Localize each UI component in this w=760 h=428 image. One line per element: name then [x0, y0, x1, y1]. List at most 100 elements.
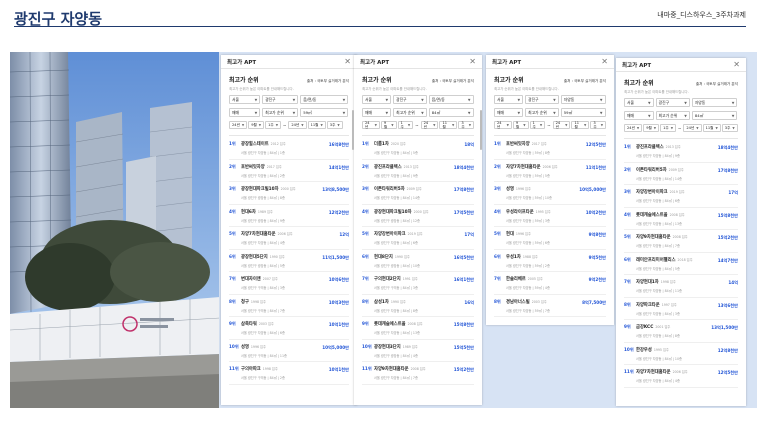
- list-item[interactable]: 2위 이튼타워리버5차 2009 입주 서울 광진구 자양동 | 84㎡ | 14층 1…: [624, 163, 738, 185]
- close-icon[interactable]: ✕: [733, 60, 740, 69]
- area-select[interactable]: 59㎡ ▼: [560, 108, 606, 117]
- end-year-select[interactable]: 24년 ▼: [420, 121, 439, 129]
- close-icon[interactable]: ✕: [344, 57, 351, 66]
- list-item[interactable]: 4위 광장현대파크빌10차 2000 입주 서울 광진구 광장동 | 84㎡ | 12…: [362, 205, 474, 227]
- list-item[interactable]: 2위 호반써밋자양 2017 입주 서울 광진구 자양동 | 84㎡ | 2층 14억1…: [229, 160, 349, 182]
- start-week-select[interactable]: 1주 ▼: [660, 124, 677, 132]
- list-item[interactable]: 4위 롯데캐슬에스트을 2008 입주 서울 광진구 자양동 | 84㎡ | 13층 1…: [624, 208, 738, 230]
- list-item[interactable]: 6위 광장현대5단지 1990 입주 서울 광진구 광장동 | 84㎡ | 5층 11억…: [229, 250, 349, 272]
- area-select[interactable]: 84㎡ ▼: [691, 111, 738, 120]
- gu-select[interactable]: 광진구 ▼: [393, 95, 427, 104]
- trade-type-select[interactable]: 매매 ▼: [229, 108, 261, 117]
- scrollbar[interactable]: [480, 110, 482, 150]
- list-item[interactable]: 3위 자양강변아이파크 2019 입주 서울 광진구 자양동 | 84㎡ | 6층 17…: [624, 185, 738, 208]
- list-item[interactable]: 8위 청구 1998 입주 서울 광진구 구의동 | 84㎡ | 7층 10억3천만: [229, 295, 349, 317]
- list-item[interactable]: 3위 이튼타워리버5차 2009 입주 서울 광진구 자양동 | 84㎡ | 14층 1…: [362, 182, 474, 205]
- list-item[interactable]: 10위 성영 1996 입주 서울 광진구 구의동 | 84㎡ | 11층 10억5,0…: [229, 340, 349, 362]
- sort-select[interactable]: 최고가 순위 ▼: [655, 111, 690, 120]
- trade-type-select[interactable]: 매매 ▼: [494, 108, 524, 117]
- list-item[interactable]: 8위 자양파크타운 1997 입주 서울 광진구 자양동 | 84㎡ | 3층 13억6…: [624, 298, 738, 320]
- sort-select[interactable]: 최고가 순위 ▼: [525, 108, 559, 117]
- list-item[interactable]: 10위 광장현대3단지 1989 입주 서울 광진구 광장동 | 84㎡ | 4층 15…: [362, 340, 474, 362]
- list-item[interactable]: 1위 광장힐스테이트 2012 입주 서울 광진구 자양동 | 84㎡ | 1층 16억…: [229, 137, 349, 160]
- list-item[interactable]: 10위 한강우성 1995 입주 서울 광진구 자양동 | 84㎡ | 10층 12억8…: [624, 343, 738, 365]
- start-year-select[interactable]: 24년 ▼: [624, 124, 643, 132]
- start-month-select[interactable]: 9월 ▼: [248, 121, 265, 129]
- sort-select[interactable]: 최고가 순위 ▼: [262, 108, 299, 117]
- list-item[interactable]: 11위 자양9차현대홈타운 2008 입주 서울 광진구 자양동 | 84㎡ | 7층…: [362, 362, 474, 385]
- end-month-select[interactable]: 11월 ▼: [439, 121, 458, 129]
- list-item[interactable]: 7위 한솔리베르 2005 입주 서울 광진구 자양동 | 59㎡ | 4층 9억2천만: [494, 272, 606, 295]
- apt-name: 현대6차: [241, 209, 256, 215]
- end-week-select[interactable]: 3주 ▼: [590, 121, 606, 129]
- start-month-select[interactable]: 9월 ▼: [512, 121, 529, 129]
- sido-select[interactable]: 서울 ▼: [362, 95, 392, 104]
- list-item[interactable]: 5위 자양9차현대홈타운 2008 입주 서울 광진구 자양동 | 84㎡ | 7층 1…: [624, 230, 738, 253]
- list-item[interactable]: 4위 우성라이프타운 1995 입주 서울 광진구 자양동 | 59㎡ | 3층 10억…: [494, 205, 606, 227]
- list-item[interactable]: 11위 자양7차현대홈타운 2006 입주 서울 광진구 자양동 | 84㎡ | 4층…: [624, 365, 738, 388]
- start-week-select[interactable]: 1주 ▼: [265, 121, 282, 129]
- list-item[interactable]: 3위 광장현대파크빌10차 2000 입주 서울 광진구 광장동 | 84㎡ | 8층…: [229, 182, 349, 205]
- list-item[interactable]: 11위 구의아파크 1998 입주 서울 광진구 구의동 | 84㎡ | 2층 10억1…: [229, 362, 349, 385]
- apt-meta: 서울 광진구 자양동 | 84㎡ | 6층: [636, 199, 680, 203]
- start-year-select[interactable]: 24년 ▼: [229, 121, 248, 129]
- start-year-select[interactable]: 24년 ▼: [362, 121, 380, 129]
- sort-select[interactable]: 최고가 순위 ▼: [393, 108, 427, 117]
- end-year-select[interactable]: 24년 ▼: [288, 121, 307, 129]
- list-item[interactable]: 5위 자양강변아이파크 2019 입주 서울 광진구 자양동 | 84㎡ | 6층 17…: [362, 227, 474, 250]
- area-select[interactable]: 84㎡ ▼: [428, 108, 474, 117]
- list-item[interactable]: 1위 광진프라클렉스 2013 입주 서울 광진구 자양동 | 84㎡ | 9층 18억…: [624, 140, 738, 163]
- start-month-select[interactable]: 9월 ▼: [380, 121, 397, 129]
- list-item[interactable]: 7위 변대자이앤 2007 입주 서울 광진구 구의동 | 84㎡ | 3층 10억6천…: [229, 272, 349, 295]
- list-item[interactable]: 2위 광진프라클렉스 2013 입주 서울 광진구 자양동 | 84㎡ | 9층 18억…: [362, 160, 474, 182]
- gu-select[interactable]: 광진구 ▼: [655, 98, 690, 107]
- slide: 광진구 자양동 내마중_디스하우스_3주차과제 최고가 APT ✕ 최고가 순위…: [0, 0, 760, 428]
- end-month-select[interactable]: 11월 ▼: [307, 121, 326, 129]
- gu-select[interactable]: 광진구 ▼: [262, 95, 299, 104]
- trade-type-select[interactable]: 매매 ▼: [362, 108, 392, 117]
- end-year-select[interactable]: 24년 ▼: [683, 124, 702, 132]
- end-week-select[interactable]: 3주 ▼: [458, 121, 474, 129]
- start-month-select[interactable]: 9월 ▼: [643, 124, 660, 132]
- sido-select[interactable]: 서울 ▼: [229, 95, 261, 104]
- list-item[interactable]: 5위 자양7차현대홈타운 2006 입주 서울 광진구 자양동 | 84㎡ | 4층 1…: [229, 227, 349, 250]
- list-item[interactable]: 7위 자양현대1차 1998 입주 서울 광진구 자양동 | 84㎡ | 11층 14억: [624, 275, 738, 298]
- end-month-select[interactable]: 11월 ▼: [571, 121, 590, 129]
- sido-select[interactable]: 서울 ▼: [494, 95, 524, 104]
- list-item[interactable]: 1위 더룸1차 2020 입주 서울 광진구 자양동 | 84㎡ | 5층 18억: [362, 137, 474, 160]
- list-item[interactable]: 3위 성영 1996 입주 서울 광진구 자양동 | 59㎡ | 10층 10억5,00…: [494, 182, 606, 205]
- close-icon[interactable]: ✕: [469, 57, 476, 66]
- list-item[interactable]: 5위 현대 1996 입주 서울 광진구 자양동 | 59㎡ | 6층 9억8천만: [494, 227, 606, 250]
- list-item[interactable]: 1위 호반써밋자양 2017 입주 서울 광진구 자양동 | 59㎡ | 8층 12억5…: [494, 137, 606, 160]
- list-item[interactable]: 6위 래미안프리미어팰리스 2018 입주 서울 광진구 자양동 | 84㎡ | 5층…: [624, 253, 738, 275]
- list-item[interactable]: 4위 현대6차 1989 입주 서울 광진구 광장동 | 84㎡ | 9층 12억2천만: [229, 205, 349, 227]
- list-item[interactable]: 8위 삼성1차 1990 입주 서울 광진구 자양동 | 84㎡ | 8층 16억: [362, 295, 474, 317]
- list-item[interactable]: 7위 구의현대2단지 1991 입주 서울 광진구 구의동 | 84㎡ | 3층 16억…: [362, 272, 474, 295]
- start-year-select[interactable]: 24년 ▼: [494, 121, 512, 129]
- dong-select[interactable]: 자양동 ▼: [691, 98, 738, 107]
- list-item[interactable]: 9위 삼축타워 2003 입주 서울 광진구 자양동 | 84㎡ | 6층 10억1천만: [229, 317, 349, 340]
- list-item[interactable]: 8위 경남아너스빌 2003 입주 서울 광진구 자양동 | 59㎡ | 7층 8억7,…: [494, 295, 606, 317]
- start-week-select[interactable]: 1주 ▼: [529, 121, 546, 129]
- gu-select[interactable]: 광진구 ▼: [525, 95, 559, 104]
- sido-select[interactable]: 서울 ▼: [624, 98, 654, 107]
- list-item[interactable]: 6위 우성1차 1988 입주 서울 광진구 자양동 | 59㎡ | 2층 9억5천만: [494, 250, 606, 272]
- dong-select[interactable]: 읍/면/동 ▼: [428, 95, 474, 104]
- end-year-select[interactable]: 24년 ▼: [552, 121, 571, 129]
- list-item[interactable]: 9위 금강KCC 2001 입주 서울 광진구 자양동 | 84㎡ | 8층 13억1,…: [624, 320, 738, 343]
- area-select[interactable]: 59㎡ ▼: [300, 108, 349, 117]
- dong-select[interactable]: 읍/면/동 ▼: [300, 95, 349, 104]
- list-item[interactable]: 2위 자양7차현대홈타운 2006 입주 서울 광진구 자양동 | 59㎡ | 5층 1…: [494, 160, 606, 182]
- move-in-year: 1998 입주: [262, 367, 278, 371]
- trade-type-select[interactable]: 매매 ▼: [624, 111, 654, 120]
- end-week-select[interactable]: 3주 ▼: [326, 121, 343, 129]
- end-month-select[interactable]: 11월 ▼: [702, 124, 721, 132]
- list-item[interactable]: 9위 롯데캐슬에스트을 2008 입주 서울 광진구 자양동 | 84㎡ | 13층 1…: [362, 317, 474, 340]
- end-week-select[interactable]: 3주 ▼: [721, 124, 738, 132]
- rank-label: 4위: [229, 208, 236, 214]
- dong-select[interactable]: 자양동 ▼: [560, 95, 606, 104]
- start-week-select[interactable]: 1주 ▼: [397, 121, 414, 129]
- list-item[interactable]: 6위 현대8단지 1990 입주 서울 광진구 광장동 | 84㎡ | 10층 16억5…: [362, 250, 474, 272]
- scrollbar[interactable]: [352, 110, 354, 150]
- close-icon[interactable]: ✕: [601, 57, 608, 66]
